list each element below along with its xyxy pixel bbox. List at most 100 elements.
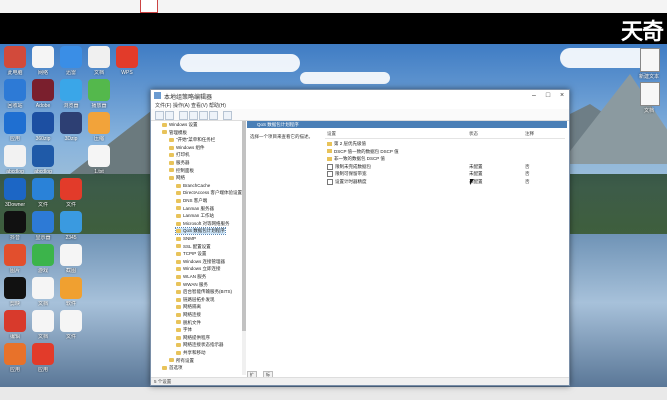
desktop-app-icon[interactable] bbox=[60, 211, 82, 233]
column-setting[interactable]: 设置 bbox=[327, 131, 336, 137]
policy-row[interactable]: 限制可保留带宽 bbox=[327, 171, 367, 177]
folder-icon bbox=[176, 343, 181, 348]
tree-item[interactable]: 首选项 bbox=[162, 365, 183, 371]
desktop-app-icon[interactable] bbox=[4, 211, 26, 233]
menu-view[interactable]: 查看(V) bbox=[191, 102, 208, 109]
folder-row[interactable]: DSCP 值一致的数据包 DSCP 值 bbox=[327, 149, 399, 155]
desktop-app-icon[interactable] bbox=[32, 46, 54, 68]
desktop-app-icon[interactable] bbox=[88, 145, 110, 167]
tree-item[interactable]: Windows 组件 bbox=[169, 145, 205, 151]
tree-item-selected[interactable]: QoS 数据包计划程序 bbox=[175, 227, 226, 236]
window-titlebar[interactable]: 本地组策略编辑器 – □ × bbox=[151, 90, 569, 101]
tree-item[interactable]: 链路层拓扑发现 bbox=[176, 297, 215, 303]
tree-item[interactable]: 管理模板 bbox=[162, 130, 187, 136]
up-icon[interactable] bbox=[179, 111, 188, 120]
tree-item[interactable]: "开始"菜单和任务栏 bbox=[169, 137, 215, 143]
menu-help[interactable]: 帮助(H) bbox=[209, 102, 226, 109]
desktop-app-icon[interactable] bbox=[4, 145, 26, 167]
tree-item[interactable]: 网络隔离 bbox=[176, 304, 201, 310]
menu-bar: 文件(F) 操作(A) 查看(V) 帮助(H) bbox=[151, 101, 569, 109]
desktop-app-icon[interactable] bbox=[32, 244, 54, 266]
tree-item[interactable]: 控制面板 bbox=[169, 168, 194, 174]
desktop-app-icon[interactable] bbox=[88, 112, 110, 134]
maximize-button[interactable]: □ bbox=[541, 90, 555, 101]
desktop-app-icon[interactable] bbox=[4, 178, 26, 200]
tree-item[interactable]: Windows 连接管理器 bbox=[176, 259, 225, 265]
desktop-app-icon[interactable] bbox=[32, 211, 54, 233]
desktop-app-icon[interactable] bbox=[32, 343, 54, 365]
desktop-app-icon[interactable] bbox=[32, 79, 54, 101]
forward-icon[interactable] bbox=[165, 111, 174, 120]
desktop-app-icon[interactable] bbox=[60, 178, 82, 200]
paper-corner bbox=[140, 0, 158, 13]
tree-item[interactable]: 网络提供程序 bbox=[176, 335, 210, 341]
desktop-app-icon[interactable] bbox=[60, 79, 82, 101]
tree-item[interactable]: TCPIP 设置 bbox=[176, 251, 206, 257]
tree-item[interactable]: DNS 客户端 bbox=[176, 198, 207, 204]
back-icon[interactable] bbox=[155, 111, 164, 120]
desktop-app-icon[interactable] bbox=[32, 310, 54, 332]
menu-file[interactable]: 文件(F) bbox=[155, 102, 171, 109]
tree-item[interactable]: WLAN 服务 bbox=[176, 274, 206, 280]
desktop-app-icon[interactable] bbox=[4, 277, 26, 299]
column-state[interactable]: 状态 bbox=[469, 131, 478, 137]
tree-item[interactable]: 网络连接 bbox=[176, 312, 201, 318]
tree-item[interactable]: DirectAccess 客户端体验设置 bbox=[176, 190, 242, 196]
column-comment[interactable]: 注释 bbox=[525, 131, 534, 137]
minimize-button[interactable]: – bbox=[527, 90, 541, 101]
tree-item[interactable]: 后台智能传输服务(BITS) bbox=[176, 289, 232, 295]
desktop-app-icon[interactable] bbox=[4, 244, 26, 266]
folder-icon bbox=[176, 274, 181, 279]
tree-item[interactable]: WWAN 服务 bbox=[176, 282, 208, 288]
folder-row[interactable]: 第 2 层优先级值 bbox=[327, 141, 366, 147]
desktop-app-icon[interactable] bbox=[32, 277, 54, 299]
folder-row[interactable]: 非一致的数据包 DSCP 值 bbox=[327, 156, 385, 162]
tree-item[interactable]: Windows 设置 bbox=[162, 122, 198, 128]
desktop-app-icon[interactable] bbox=[4, 343, 26, 365]
menu-action[interactable]: 操作(A) bbox=[173, 102, 190, 109]
folder-icon bbox=[327, 156, 332, 161]
desktop-app-icon[interactable] bbox=[4, 310, 26, 332]
tree-item[interactable]: 网络连接状态指示器 bbox=[176, 342, 224, 348]
export-list-icon[interactable] bbox=[199, 111, 208, 120]
desktop-app-icon[interactable] bbox=[116, 46, 138, 68]
close-button[interactable]: × bbox=[555, 90, 569, 101]
show-hide-tree-icon[interactable] bbox=[189, 111, 198, 120]
desktop-app-icon[interactable] bbox=[4, 79, 26, 101]
document-file-icon[interactable] bbox=[640, 82, 660, 106]
desktop-app-icon[interactable] bbox=[60, 244, 82, 266]
tree-item-label: Windows 设置 bbox=[169, 122, 198, 127]
filter-icon[interactable] bbox=[223, 111, 232, 120]
desktop-app-icon[interactable] bbox=[60, 310, 82, 332]
desktop-app-icon[interactable] bbox=[4, 46, 26, 68]
desktop-app-icon[interactable] bbox=[60, 112, 82, 134]
policy-row[interactable]: 限制未完成数据包 bbox=[327, 163, 371, 170]
tree-item[interactable]: 网络 bbox=[169, 175, 185, 181]
desktop-app-icon[interactable] bbox=[60, 46, 82, 68]
tree-item[interactable]: Windows 立即连接 bbox=[176, 266, 221, 272]
tree-item[interactable]: Lanman 工作站 bbox=[176, 213, 214, 219]
document-file-icon[interactable] bbox=[640, 48, 660, 72]
tree-item[interactable]: 字体 bbox=[176, 327, 192, 333]
desktop-app-icon[interactable] bbox=[60, 277, 82, 299]
desktop-app-icon[interactable] bbox=[32, 112, 54, 134]
tree-item[interactable]: SSL 配置设置 bbox=[176, 244, 211, 250]
tree-item[interactable]: Lanman 服务器 bbox=[176, 206, 214, 212]
desktop-app-icon[interactable] bbox=[32, 178, 54, 200]
tree-item[interactable]: 脱机文件 bbox=[176, 320, 201, 326]
scrollbar-thumb[interactable] bbox=[242, 121, 246, 331]
desktop-app-icon[interactable] bbox=[4, 112, 26, 134]
tree-item[interactable]: 所有设置 bbox=[169, 358, 194, 364]
desktop-app-icon[interactable] bbox=[88, 46, 110, 68]
tree-item[interactable]: SNMP bbox=[176, 236, 196, 242]
tree-item[interactable]: 打印机 bbox=[169, 152, 190, 158]
tree-item[interactable]: Microsoft 对等网络服务 bbox=[176, 221, 230, 227]
tree-item[interactable]: 共享和移动 bbox=[176, 350, 206, 356]
tree-scrollbar[interactable] bbox=[242, 121, 246, 375]
policy-row[interactable]: 设置计时器精度 bbox=[327, 178, 367, 185]
help-icon[interactable] bbox=[209, 111, 218, 120]
desktop-app-icon[interactable] bbox=[88, 79, 110, 101]
desktop-app-icon[interactable] bbox=[32, 145, 54, 167]
tree-item[interactable]: BranchCache bbox=[176, 183, 210, 189]
tree-item[interactable]: 服务器 bbox=[169, 160, 190, 166]
